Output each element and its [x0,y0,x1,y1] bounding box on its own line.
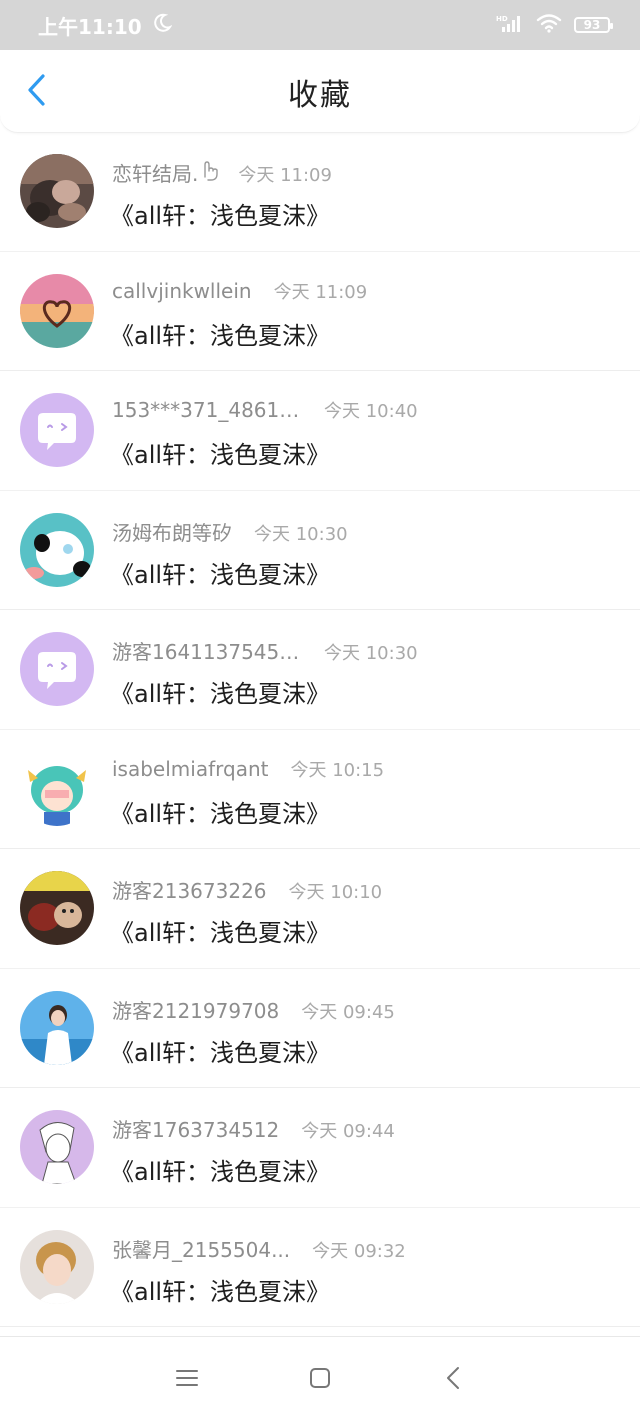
item-meta: 张馨月_2155504... 今天 09:32 [112,1234,406,1263]
timestamp: 今天 10:30 [254,523,348,545]
item-title[interactable]: 《all轩：浅色夏沫》 [110,196,330,231]
avatar[interactable] [20,632,94,706]
list-item[interactable]: 游客1763734512 今天 09:44 《all轩：浅色夏沫》 [0,1088,640,1208]
battery-indicator: 93 [574,17,613,33]
username[interactable]: 游客16411375454... [112,636,302,665]
item-title[interactable]: 《all轩：浅色夏沫》 [110,555,330,590]
list-item[interactable]: 汤姆布朗等矽 今天 10:30 《all轩：浅色夏沫》 [0,491,640,610]
anime-girl-avatar [20,751,94,826]
heart-sunset-avatar [20,273,94,348]
timestamp: 今天 11:09 [238,165,332,186]
item-meta: 恋轩结局. 今天 11:09 [112,158,332,187]
home-icon [308,1366,332,1394]
back-icon [445,1366,461,1394]
list-item[interactable]: isabelmiafrqant 今天 10:15 《all轩：浅色夏沫》 [0,730,640,849]
item-meta: 游客213673226 今天 10:10 [112,875,382,904]
username[interactable]: 汤姆布朗等矽 [112,517,232,546]
item-meta: 游客16411375454... 今天 10:30 [112,636,418,665]
hand-icon [200,159,220,185]
wifi-icon [536,13,562,37]
photo-person-beach-avatar [20,990,94,1065]
photo-portrait-avatar [20,1229,94,1304]
item-title[interactable]: 《all轩：浅色夏沫》 [110,794,330,829]
list-item[interactable]: 恋轩结局. 今天 11:09 《all轩：浅色夏沫》 [0,132,640,252]
item-meta: 游客1763734512 今天 09:44 [112,1114,395,1143]
timestamp: 今天 09:32 [312,1240,406,1262]
item-title[interactable]: 《all轩：浅色夏沫》 [110,316,330,351]
photo-bear-avatar [20,871,94,945]
list-item[interactable]: 153***371_48617... 今天 10:40 《all轩：浅色夏沫》 [0,371,640,491]
item-title[interactable]: 《all轩：浅色夏沫》 [110,674,330,709]
timestamp: 今天 09:45 [301,1001,395,1023]
username[interactable]: 153***371_48617... [112,398,302,422]
default-chat-avatar [20,393,94,467]
username[interactable]: callvjinkwllein [112,279,252,303]
avatar[interactable] [20,1229,94,1304]
timestamp: 今天 10:15 [290,759,385,781]
header: 收藏 [0,50,640,133]
list-item[interactable]: 游客2121979708 今天 09:45 《all轩：浅色夏沫》 [0,969,640,1088]
item-title[interactable]: 《all轩：浅色夏沫》 [110,1272,330,1307]
avatar[interactable] [20,751,94,826]
avatar[interactable] [20,512,94,587]
avatar[interactable] [20,990,94,1065]
timestamp: 今天 10:30 [324,643,418,664]
item-meta: isabelmiafrqant 今天 10:15 [112,756,384,782]
photo-kitten-avatar [20,154,94,228]
page-title: 收藏 [288,78,352,113]
item-meta: 153***371_48617... 今天 10:40 [112,397,418,423]
timestamp: 今天 10:40 [324,401,418,422]
avatar[interactable] [20,273,94,348]
username[interactable]: isabelmiafrqant [112,757,268,781]
menu-icon [175,1368,199,1392]
timestamp: 今天 09:44 [301,1121,395,1142]
sketch-boy-avatar [20,1110,94,1184]
default-chat-avatar [20,632,94,706]
avatar[interactable] [20,154,94,228]
avatar[interactable] [20,1110,94,1184]
cartoon-panda-avatar [20,512,94,587]
username[interactable]: 游客2121979708 [112,995,279,1024]
list-item[interactable]: 游客16411375454... 今天 10:30 《all轩：浅色夏沫》 [0,610,640,730]
item-meta: 游客2121979708 今天 09:45 [112,995,395,1024]
username[interactable]: 张馨月_2155504... [112,1234,290,1263]
list-item[interactable]: callvjinkwllein 今天 11:09 《all轩：浅色夏沫》 [0,252,640,371]
favorites-list: 恋轩结局. 今天 11:09 《all轩：浅色夏沫》 callvjinkwlle… [0,132,640,1327]
system-nav-bar [0,1336,640,1422]
menu-button[interactable] [167,1360,207,1400]
signal-icon: HD [496,13,524,37]
timestamp: 今天 10:10 [288,882,383,903]
item-title[interactable]: 《all轩：浅色夏沫》 [110,1152,330,1187]
avatar[interactable] [20,871,94,945]
item-title[interactable]: 《all轩：浅色夏沫》 [110,435,330,470]
moon-icon [152,13,173,38]
username[interactable]: 恋轩结局. [112,158,198,187]
avatar[interactable] [20,393,94,467]
system-back-button[interactable] [433,1360,473,1400]
username[interactable]: 游客1763734512 [112,1114,279,1143]
item-title[interactable]: 《all轩：浅色夏沫》 [110,913,330,948]
status-right: HD 93 [496,13,613,37]
status-bar: 上午11:10 HD 93 [0,0,640,50]
status-time: 上午11:10 [38,14,142,39]
home-button[interactable] [300,1360,340,1400]
username[interactable]: 游客213673226 [112,875,267,904]
item-title[interactable]: 《all轩：浅色夏沫》 [110,1033,330,1068]
item-meta: 汤姆布朗等矽 今天 10:30 [112,517,348,546]
timestamp: 今天 11:09 [273,281,368,303]
item-meta: callvjinkwllein 今天 11:09 [112,278,367,304]
list-item[interactable]: 张馨月_2155504... 今天 09:32 《all轩：浅色夏沫》 [0,1208,640,1327]
network-label: HD [496,15,508,23]
status-left: 上午11:10 [38,11,173,40]
list-item[interactable]: 游客213673226 今天 10:10 《all轩：浅色夏沫》 [0,849,640,969]
